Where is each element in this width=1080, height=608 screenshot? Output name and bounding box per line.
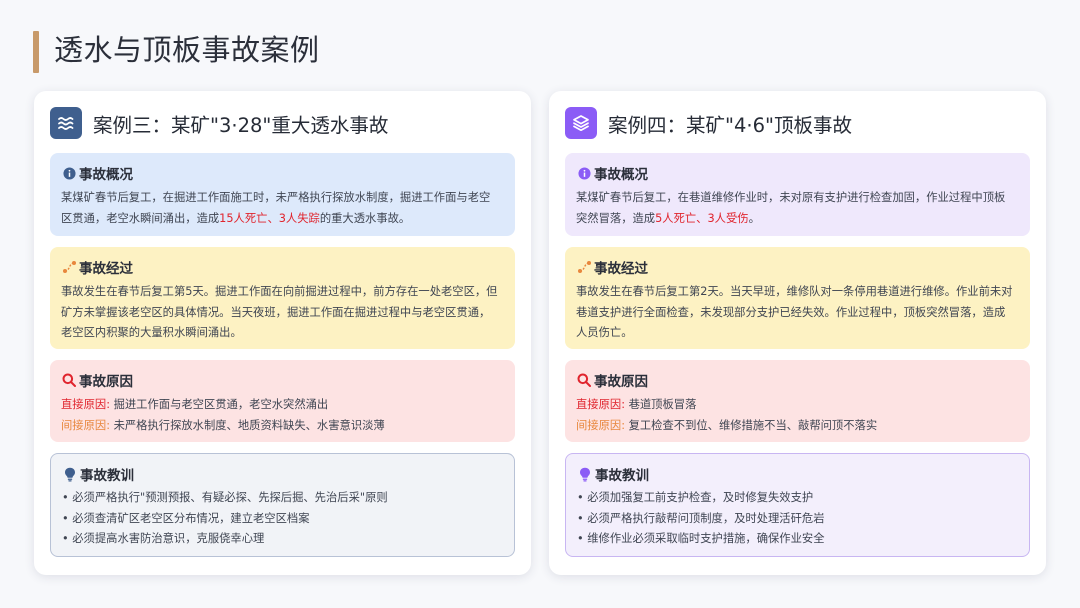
indirect-cause-text: 未严格执行探放水制度、地质资料缺失、水害意识淡薄: [110, 418, 385, 432]
direct-cause-label: 直接原因:: [61, 398, 110, 411]
lesson-section: 事故教训 • 必须加强复工前支护检查，及时修复失效支护 • 必须严格执行敲帮问顶…: [565, 453, 1030, 557]
direct-cause-text: 掘进工作面与老空区贯通，老空水突然涌出: [110, 398, 329, 411]
overview-text: 。: [748, 211, 760, 225]
list-item: • 必须严格执行"预测预报、有疑必探、先探后掘、先治后采"原则: [62, 491, 388, 504]
page-title: 透水与顶板事故案例: [54, 33, 320, 67]
process-section: 事故经过 事故发生在春节后复工第2天。当天早班，维修队对一条停用巷道进行维修。作…: [565, 247, 1030, 349]
overview-text: 突然冒落，造成: [576, 211, 656, 225]
process-section: 事故经过 事故发生在春节后复工第5天。掘进工作面在向前掘进过程中，前方存在一处老…: [50, 247, 515, 349]
process-line: 事故发生在春节后复工第2天。当天早班，维修队对一条停用巷道进行维修。作业前未对: [576, 285, 1013, 298]
section-heading: 事故原因: [594, 374, 648, 390]
section-heading: 事故概况: [79, 167, 133, 183]
indirect-cause-label: 间接原因:: [576, 418, 625, 432]
overview-line: 某煤矿春节后复工，在巷道维修作业时，未对原有支护进行检查加固，作业过程中顶板: [576, 191, 1006, 204]
section-heading: 事故教训: [595, 468, 649, 484]
section-heading: 事故原因: [79, 374, 133, 390]
process-line: 事故发生在春节后复工第5天。掘进工作面在向前掘进过程中，前方存在一处老空区，但: [61, 285, 498, 298]
list-item: • 必须加强复工前支护检查，及时修复失效支护: [577, 491, 814, 504]
casualty-highlight: 15人死亡、3人失踪: [219, 211, 320, 225]
case-card-three: 案例三：某矿"3·28"重大透水事故 事故概况 某煤矿春节后复工，在掘进工作面施…: [34, 91, 531, 575]
list-item: • 必须查清矿区老空区分布情况，建立老空区档案: [62, 511, 310, 525]
card-title: 案例四：某矿"4·6"顶板事故: [608, 113, 852, 137]
case-card-four: 案例四：某矿"4·6"顶板事故 事故概况 某煤矿春节后复工，在巷道维修作业时，未…: [549, 91, 1046, 575]
layers-icon: [565, 107, 597, 139]
section-heading: 事故概况: [594, 167, 648, 183]
lightbulb-icon: [577, 466, 593, 482]
water-waves-icon: [50, 107, 82, 139]
list-item: • 维修作业必须采取临时支护措施，确保作业安全: [577, 532, 825, 545]
overview-text: 区贯通，老空水瞬间涌出，造成: [61, 211, 220, 225]
card-header: 案例三：某矿"3·28"重大透水事故: [50, 107, 388, 139]
cause-section: 事故原因 直接原因: 巷道顶板冒落 间接原因: 复工检查不到位、维修措施不当、敲…: [565, 360, 1030, 442]
list-item: • 必须严格执行敲帮问顶制度，及时处理活矸危岩: [577, 511, 825, 525]
section-heading: 事故经过: [79, 261, 133, 277]
route-icon: [576, 259, 592, 275]
process-line: 老空区内积聚的大量积水瞬间涌出。: [61, 326, 242, 339]
indirect-cause-label: 间接原因:: [61, 418, 110, 432]
overview-section: 事故概况 某煤矿春节后复工，在巷道维修作业时，未对原有支护进行检查加固，作业过程…: [565, 153, 1030, 236]
route-icon: [61, 259, 77, 275]
magnifier-icon: [61, 372, 77, 388]
overview-section: 事故概况 某煤矿春节后复工，在掘进工作面施工时，未严格执行探放水制度，掘进工作面…: [50, 153, 515, 236]
indirect-cause-text: 复工检查不到位、维修措施不当、敲帮问顶不落实: [625, 418, 878, 432]
section-heading: 事故经过: [594, 261, 648, 277]
card-header: 案例四：某矿"4·6"顶板事故: [565, 107, 852, 139]
card-title: 案例三：某矿"3·28"重大透水事故: [93, 113, 389, 137]
section-heading: 事故教训: [80, 468, 134, 484]
direct-cause-label: 直接原因:: [576, 398, 625, 411]
title-accent-bar: [33, 31, 39, 73]
lesson-section: 事故教训 • 必须严格执行"预测预报、有疑必探、先探后掘、先治后采"原则 • 必…: [50, 453, 515, 557]
overview-text: 的重大透水事故。: [319, 211, 411, 225]
overview-line: 某煤矿春节后复工，在掘进工作面施工时，未严格执行探放水制度，掘进工作面与老空: [61, 191, 491, 204]
process-line: 矿方未掌握该老空区的具体情况。当天夜班，掘进工作面在掘进过程中与老空区贯通，: [61, 305, 491, 319]
casualty-highlight: 5人死亡、3人受伤: [655, 211, 749, 225]
info-icon: [61, 165, 77, 181]
cause-section: 事故原因 直接原因: 掘进工作面与老空区贯通，老空水突然涌出 间接原因: 未严格…: [50, 360, 515, 442]
list-item: • 必须提高水害防治意识，克服侥幸心理: [62, 532, 265, 545]
direct-cause-text: 巷道顶板冒落: [625, 398, 697, 411]
info-icon: [576, 165, 592, 181]
process-line: 巷道支护进行全面检查，未发现部分支护已经失效。作业过程中，顶板突然冒落，造成: [576, 305, 1006, 319]
lightbulb-icon: [62, 466, 78, 482]
magnifier-icon: [576, 372, 592, 388]
process-line: 人员伤亡。: [576, 326, 633, 339]
